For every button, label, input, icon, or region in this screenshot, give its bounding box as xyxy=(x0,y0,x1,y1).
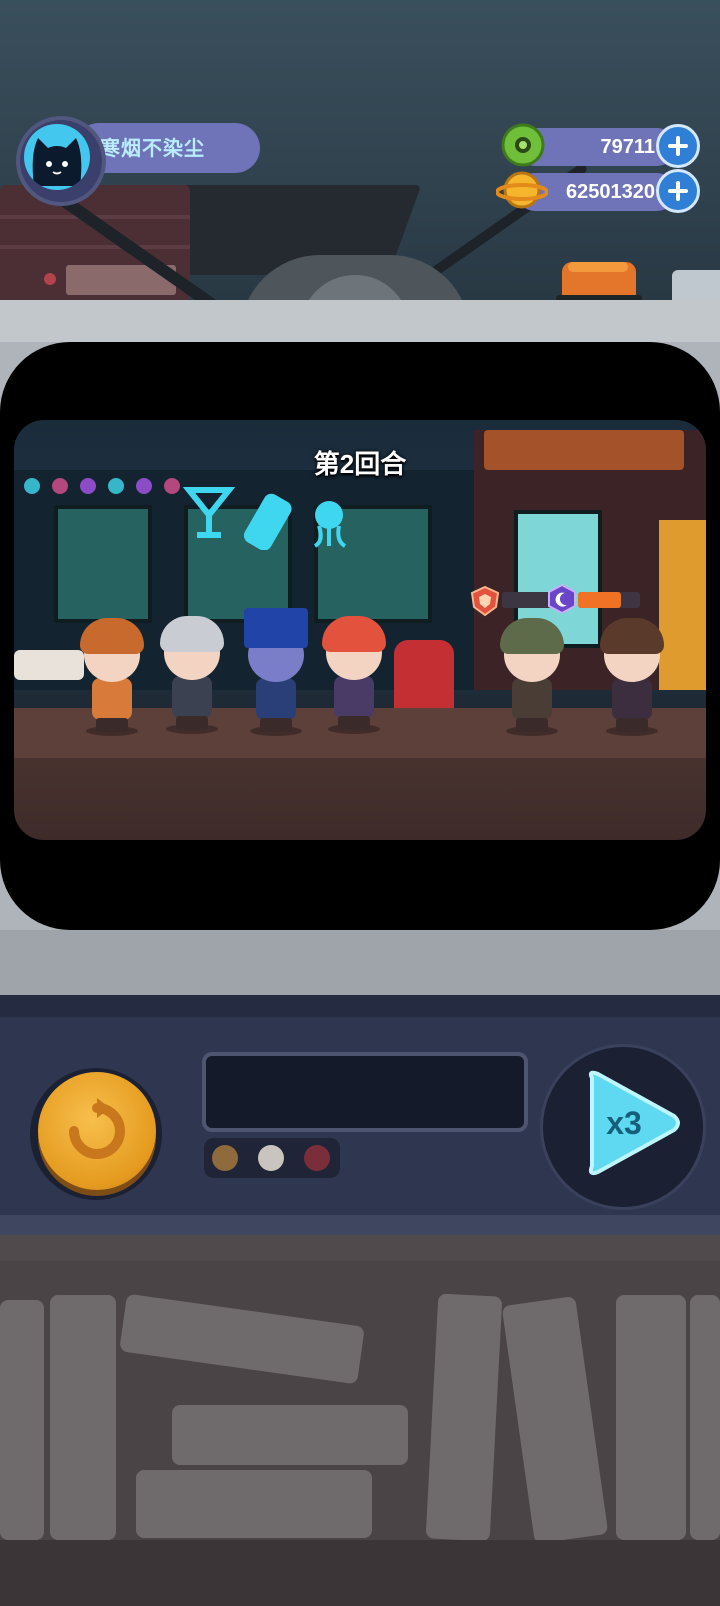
coins-value: 62501320 xyxy=(566,181,655,203)
plus-icon xyxy=(668,136,688,156)
indicator-light-red xyxy=(304,1145,330,1171)
shop-door xyxy=(659,520,706,690)
control-panel-top-edge xyxy=(0,995,720,1017)
tv-top-band xyxy=(0,300,720,342)
moon-skill-icon xyxy=(548,583,576,615)
retry-button[interactable] xyxy=(38,1072,156,1190)
book xyxy=(425,1293,503,1542)
book xyxy=(690,1295,720,1540)
round-label: 第2回合 xyxy=(313,449,407,479)
enemy-vine-witch[interactable] xyxy=(500,618,564,736)
string-light xyxy=(80,478,96,494)
enemy-shield-bar xyxy=(502,592,552,608)
book xyxy=(50,1295,116,1540)
retry-icon xyxy=(69,1098,125,1159)
book xyxy=(172,1405,408,1465)
string-light xyxy=(52,478,68,494)
hero-detective[interactable] xyxy=(80,618,144,736)
enemy-energy-bar xyxy=(578,592,640,608)
add-coins-button[interactable] xyxy=(656,169,700,213)
shelf-bottom-board xyxy=(0,1540,720,1606)
enemy-scholar-girl[interactable] xyxy=(600,618,664,736)
gems-value: 79711 xyxy=(600,136,655,158)
speed-button[interactable]: x3 xyxy=(582,1068,682,1178)
siren-light-top xyxy=(568,262,628,272)
battle-screen xyxy=(14,420,706,840)
hero-magician[interactable] xyxy=(244,608,308,736)
string-light xyxy=(108,478,124,494)
plus-icon xyxy=(668,181,688,201)
string-light xyxy=(164,478,180,494)
book xyxy=(616,1295,686,1540)
enemy-status-bar xyxy=(470,583,662,626)
cat-face-icon xyxy=(32,138,82,186)
string-light xyxy=(136,478,152,494)
player-name: 寒烟不染尘 xyxy=(100,138,205,160)
avatar[interactable] xyxy=(24,124,90,190)
control-panel-bottom-edge xyxy=(0,1215,720,1235)
book xyxy=(0,1300,44,1540)
stacked-books xyxy=(0,185,190,305)
window xyxy=(54,505,152,623)
shop-sign xyxy=(484,430,684,470)
indicator-light-white xyxy=(258,1145,284,1171)
message-display xyxy=(202,1052,528,1132)
add-gems-button[interactable] xyxy=(656,124,700,168)
hero-queen[interactable] xyxy=(322,616,386,734)
speed-label: x3 xyxy=(606,1105,642,1141)
string-light xyxy=(24,478,40,494)
shelf-board xyxy=(0,1235,720,1261)
shield-icon xyxy=(470,585,500,617)
book xyxy=(136,1470,372,1538)
street-bench xyxy=(14,650,84,680)
hero-mechanic[interactable] xyxy=(160,616,224,734)
indicator-light-orange xyxy=(212,1145,238,1171)
tv-bottom-band xyxy=(0,930,720,995)
